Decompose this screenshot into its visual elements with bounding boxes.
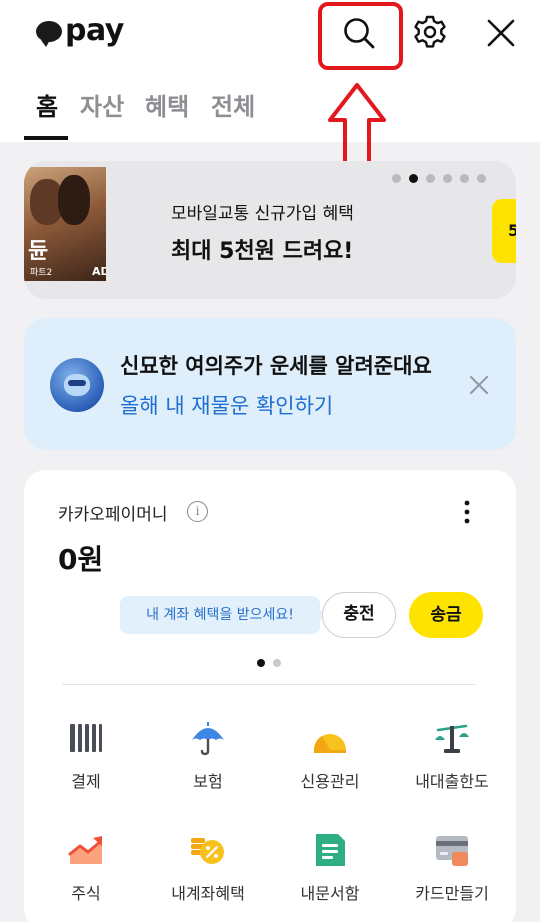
dragon-icon	[50, 358, 104, 412]
send-button[interactable]: 송금	[409, 592, 483, 638]
menu-label: 카드만들기	[415, 884, 489, 903]
promo-banner[interactable]: 듄 파트2 AD 모바일교통 신규가입 혜택 최대 5천원 드려요! 5	[24, 161, 516, 299]
tab-benefits[interactable]: 혜택	[145, 92, 189, 122]
menu-item-loan-limit[interactable]: 내대출한도	[392, 720, 512, 796]
document-icon	[316, 834, 345, 866]
coin-percent-icon	[191, 838, 224, 864]
more-options-icon[interactable]	[460, 498, 474, 528]
menu-item-account-benefits[interactable]: 내계좌혜택	[148, 832, 268, 908]
menu-item-stocks[interactable]: 주식	[26, 832, 146, 908]
speech-bubble-icon	[36, 20, 62, 47]
banner-title: 최대 5천원 드려요!	[171, 239, 354, 264]
divider	[62, 684, 476, 685]
tab-all[interactable]: 전체	[211, 92, 255, 122]
tab-assets[interactable]: 자산	[80, 92, 124, 122]
active-tab-indicator	[24, 136, 68, 140]
tab-home[interactable]: 홈	[36, 92, 58, 122]
banner-subtitle: 모바일교통 신규가입 혜택	[171, 204, 354, 224]
card-page-dots	[257, 659, 281, 667]
page-dot	[477, 174, 486, 183]
menu-label: 내계좌혜택	[171, 884, 245, 903]
card-icon	[436, 836, 468, 866]
info-icon[interactable]: i	[187, 501, 208, 522]
banner-page-dots	[392, 174, 486, 183]
menu-item-insurance[interactable]: 보험	[148, 720, 268, 796]
logo-text: pay	[65, 13, 124, 48]
page-dot-active	[257, 659, 265, 667]
page-dot	[392, 174, 401, 183]
kakaopay-logo: pay	[36, 14, 124, 48]
search-icon[interactable]	[342, 16, 376, 50]
menu-item-payment[interactable]: 결제	[26, 720, 146, 796]
money-label: 카카오페이머니	[58, 505, 168, 525]
menu-item-documents[interactable]: 내문서함	[270, 832, 390, 908]
poster-subtitle: 파트2	[30, 268, 53, 278]
menu-label: 주식	[71, 884, 101, 903]
movie-poster-image: 듄 파트2 AD	[24, 167, 106, 281]
page-dot	[426, 174, 435, 183]
barcode-icon	[70, 724, 102, 752]
close-icon[interactable]	[484, 16, 518, 50]
kakaopay-money-card: 카카오페이머니 i 0원 내 계좌 혜택을 받으세요! 충전 송금 결제 보험	[24, 470, 516, 922]
money-balance: 0원	[58, 543, 104, 576]
page-dot	[273, 659, 281, 667]
next-banner-peek[interactable]: 5	[492, 199, 516, 263]
menu-label: 내문서함	[300, 884, 360, 903]
menu-item-credit[interactable]: 신용관리	[270, 720, 390, 796]
page-dot	[443, 174, 452, 183]
account-benefit-tooltip[interactable]: 내 계좌 혜택을 받으세요!	[120, 596, 328, 634]
main-tabs: 홈 자산 혜택 전체	[0, 70, 540, 142]
top-bar: pay	[0, 0, 540, 70]
scale-icon	[435, 724, 469, 753]
page-dot-active	[409, 174, 418, 183]
menu-label: 결제	[71, 772, 101, 791]
page-dot	[460, 174, 469, 183]
ad-badge: AD	[92, 265, 106, 278]
fortune-card[interactable]: 신묘한 여의주가 운세를 알려준대요 올해 내 재물운 확인하기	[24, 318, 516, 450]
fortune-title: 신묘한 여의주가 운세를 알려준대요	[120, 354, 432, 378]
fortune-link[interactable]: 올해 내 재물운 확인하기	[120, 390, 333, 420]
credit-gauge-icon	[313, 734, 346, 753]
menu-label: 내대출한도	[415, 772, 489, 791]
umbrella-icon	[192, 722, 224, 756]
charge-button[interactable]: 충전	[322, 592, 396, 638]
poster-title: 듄	[28, 239, 49, 264]
close-icon[interactable]	[468, 374, 490, 396]
menu-label: 보험	[193, 772, 223, 791]
menu-label: 신용관리	[300, 772, 360, 791]
menu-item-card-create[interactable]: 카드만들기	[392, 832, 512, 908]
gear-icon[interactable]	[412, 14, 448, 50]
stock-chart-icon	[68, 836, 102, 864]
